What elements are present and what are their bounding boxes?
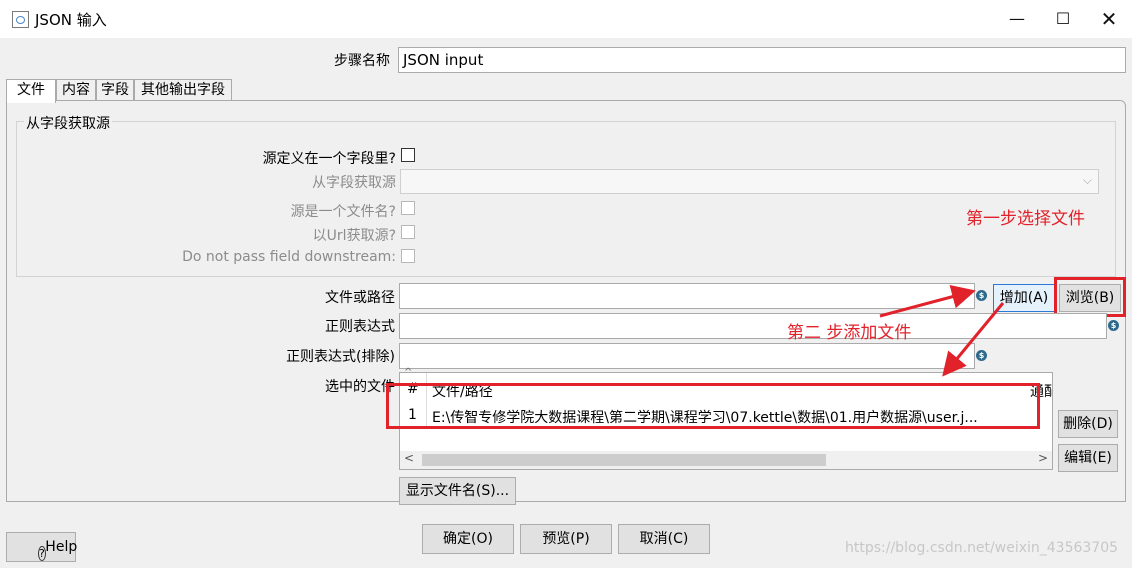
help-button[interactable]: ? Help xyxy=(6,532,77,562)
arrow-to-table xyxy=(942,302,1005,377)
tab-file[interactable]: 文件 xyxy=(6,79,56,103)
arrow-to-file-input xyxy=(879,285,976,318)
annotation-arrows xyxy=(879,285,1005,377)
watermark: https://blog.csdn.net/weixin_43563705 xyxy=(845,540,1119,556)
preview-button[interactable]: 预览(P) xyxy=(520,524,612,554)
ok-button[interactable]: 确定(O) xyxy=(422,524,514,554)
cancel-button[interactable]: 取消(C) xyxy=(618,524,710,554)
